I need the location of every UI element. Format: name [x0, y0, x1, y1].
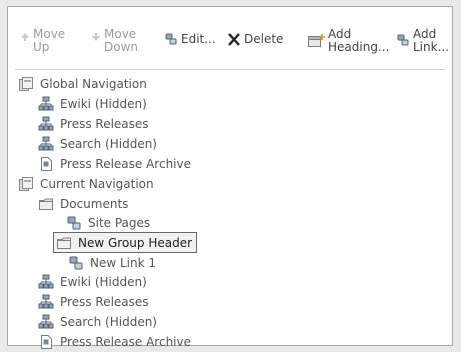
add-link-button[interactable]: Add Link... [397, 28, 449, 62]
tree-node-search-hidden[interactable]: Search (Hidden) [38, 134, 157, 153]
navigation-root-icon [18, 176, 34, 192]
site-icon [38, 116, 54, 132]
edit-link-icon [165, 33, 178, 46]
delete-label: Delete [244, 32, 284, 46]
add-heading-icon [308, 34, 325, 47]
tree-node-label: Global Navigation [40, 76, 147, 91]
tree-node-press-releases[interactable]: Press Releases [38, 292, 149, 311]
tree-node-current-navigation[interactable]: Current Navigation [18, 174, 154, 193]
tree-node-label: Ewiki (Hidden) [60, 274, 147, 289]
move-down-button[interactable]: Move Down [91, 28, 138, 62]
site-icon [38, 274, 54, 290]
move-down-label: Move Down [104, 27, 139, 54]
tree-node-label: Documents [60, 196, 129, 211]
link-icon [68, 255, 84, 271]
toolbar: Move Up Move Down Edit... Delete Add Hea… [8, 7, 452, 65]
tree-node-label: Site Pages [88, 215, 151, 230]
tree-node-label: Search (Hidden) [60, 314, 157, 329]
folder-icon [38, 196, 54, 212]
tree-node-new-link-1[interactable]: New Link 1 [68, 253, 156, 272]
add-link-label: Add Link... [413, 27, 450, 54]
page-icon [38, 156, 54, 172]
link-icon [66, 215, 82, 231]
move-up-label: Move Up [33, 27, 66, 54]
tree-node-label: Current Navigation [40, 176, 154, 191]
tree-node-label: Press Releases [60, 294, 149, 309]
tree-node-press-release-archive[interactable]: Press Release Archive [38, 332, 191, 351]
folder-icon [56, 235, 72, 251]
tree-node-new-group-header[interactable]: New Group Header [53, 232, 198, 253]
delete-button[interactable]: Delete [227, 33, 283, 67]
navigation-tree: Global Navigation Ewiki (Hidden) Press R… [15, 69, 445, 349]
tree-node-label: Press Release Archive [60, 156, 191, 171]
move-up-icon [20, 32, 30, 42]
tree-node-ewiki-hidden[interactable]: Ewiki (Hidden) [38, 272, 147, 291]
add-link-icon [397, 34, 410, 47]
edit-button[interactable]: Edit... [165, 33, 216, 67]
delete-x-icon [227, 33, 241, 46]
site-icon [38, 136, 54, 152]
move-up-button[interactable]: Move Up [20, 28, 65, 62]
edit-label: Edit... [181, 32, 216, 46]
navigation-root-icon [18, 76, 34, 92]
site-icon [38, 96, 54, 112]
tree-node-label: New Group Header [78, 235, 193, 250]
site-icon [38, 314, 54, 330]
tree-node-search-hidden[interactable]: Search (Hidden) [38, 312, 157, 331]
tree-node-label: Press Release Archive [60, 334, 191, 349]
tree-node-label: Press Releases [60, 116, 149, 131]
tree-node-press-release-archive[interactable]: Press Release Archive [38, 154, 191, 173]
move-down-icon [91, 32, 101, 42]
tree-node-label: Search (Hidden) [60, 136, 157, 151]
site-icon [38, 294, 54, 310]
tree-node-label: New Link 1 [90, 255, 157, 270]
tree-node-site-pages[interactable]: Site Pages [66, 213, 150, 232]
tree-node-ewiki-hidden[interactable]: Ewiki (Hidden) [38, 94, 147, 113]
navigation-editor-panel: Move Up Move Down Edit... Delete Add Hea… [7, 6, 453, 349]
tree-node-documents[interactable]: Documents [38, 194, 128, 213]
add-heading-button[interactable]: Add Heading... [308, 28, 389, 62]
tree-node-global-navigation[interactable]: Global Navigation [18, 74, 147, 93]
page-icon [38, 334, 54, 350]
add-heading-label: Add Heading... [328, 27, 390, 54]
tree-node-label: Ewiki (Hidden) [60, 96, 147, 111]
tree-node-press-releases[interactable]: Press Releases [38, 114, 149, 133]
